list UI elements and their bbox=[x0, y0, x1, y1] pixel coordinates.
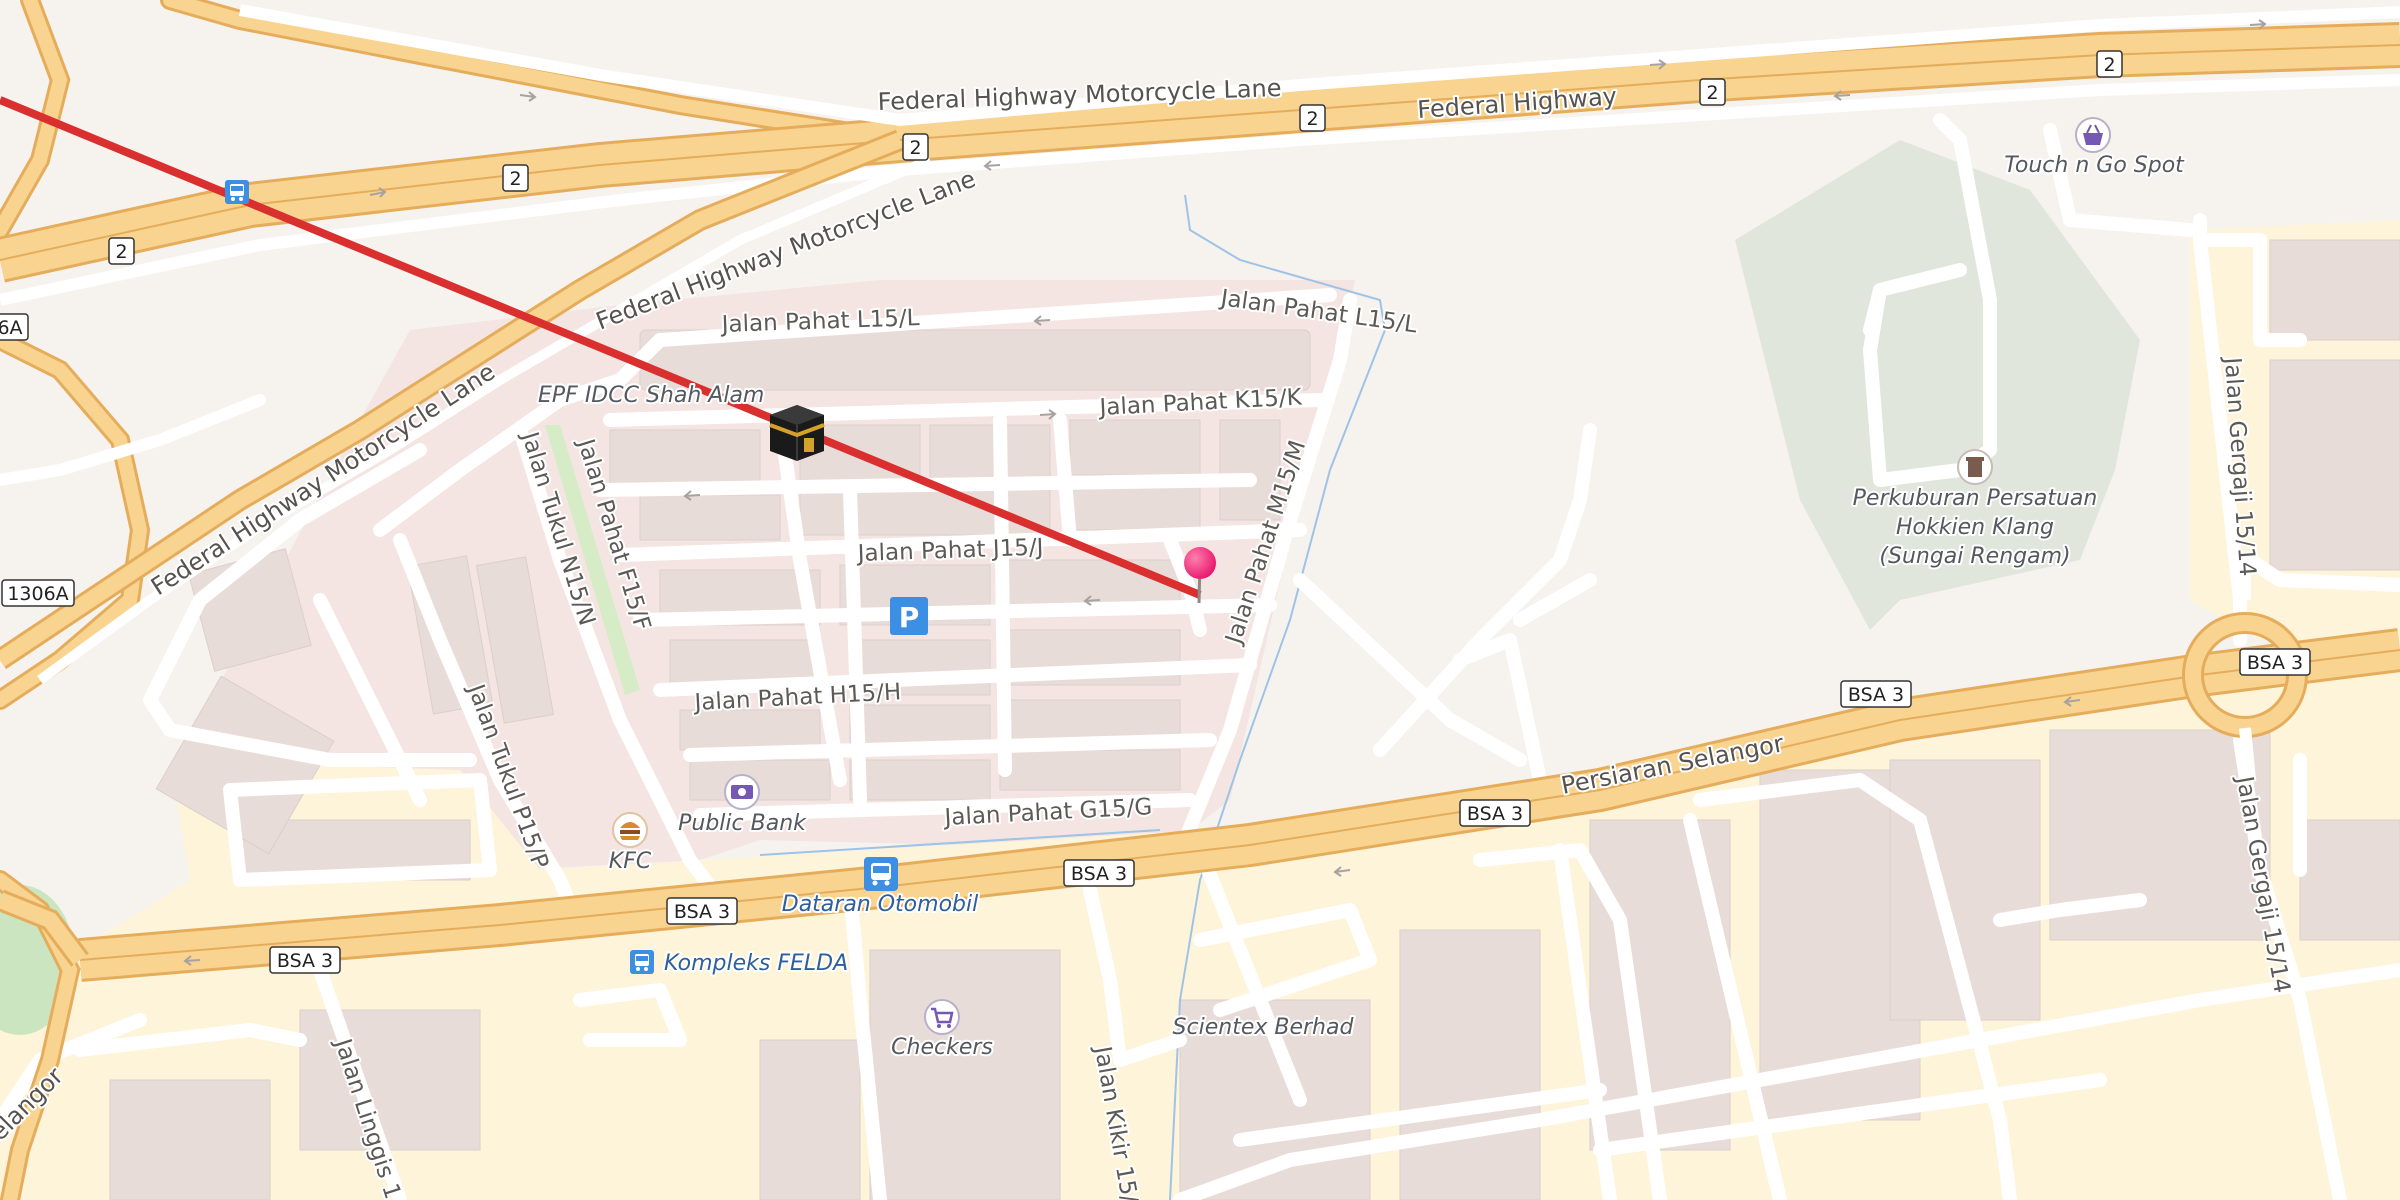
parking-icon[interactable]: P bbox=[890, 597, 928, 635]
label-epf-idcc-shah-alam[interactable]: EPF IDCC Shah Alam bbox=[536, 381, 766, 410]
route-shield-bsa3: BSA 3 bbox=[666, 897, 738, 925]
route-shield-2: 2 bbox=[502, 164, 529, 192]
grave-icon[interactable] bbox=[1957, 449, 1993, 485]
svg-text:BSA 3: BSA 3 bbox=[1467, 803, 1523, 825]
label-cemetery-line2[interactable]: Hokkien Klang bbox=[1894, 513, 2056, 542]
svg-text:BSA 3: BSA 3 bbox=[1071, 863, 1127, 885]
label-touch-n-go-spot[interactable]: Touch n Go Spot bbox=[2002, 151, 2187, 180]
svg-text:P: P bbox=[899, 601, 920, 634]
svg-text:BSA 3: BSA 3 bbox=[2247, 652, 2303, 674]
label-scientex-berhad[interactable]: Scientex Berhad bbox=[1171, 1013, 1357, 1042]
route-shield-2: 2 bbox=[1699, 78, 1726, 106]
label-cemetery-line3[interactable]: (Sungai Rengam) bbox=[1877, 542, 2072, 571]
route-shield-2: 2 bbox=[1299, 104, 1326, 132]
svg-text:2: 2 bbox=[1706, 82, 1718, 104]
svg-text:BSA 3: BSA 3 bbox=[674, 901, 730, 923]
bank-icon[interactable] bbox=[724, 774, 760, 810]
fastfood-icon[interactable] bbox=[612, 812, 648, 848]
bus-stop-icon[interactable] bbox=[864, 857, 898, 891]
label-kompleks-felda[interactable]: Kompleks FELDA bbox=[662, 949, 850, 978]
svg-text:BSA 3: BSA 3 bbox=[277, 950, 333, 972]
label-cemetery-line1[interactable]: Perkuburan Persatuan bbox=[1851, 484, 2100, 513]
route-shield-bsa3: BSA 3 bbox=[1840, 680, 1912, 708]
route-shield-bsa3: BSA 3 bbox=[1063, 859, 1135, 887]
route-shield-6a: 6A bbox=[0, 313, 29, 341]
svg-text:BSA 3: BSA 3 bbox=[1848, 684, 1904, 706]
svg-text:2: 2 bbox=[509, 168, 521, 190]
kaaba-icon[interactable] bbox=[769, 405, 825, 461]
label-checkers[interactable]: Checkers bbox=[889, 1033, 995, 1062]
svg-text:2: 2 bbox=[115, 241, 127, 263]
label-dataran-otomobil[interactable]: Dataran Otomobil bbox=[780, 890, 980, 919]
label-public-bank[interactable]: Public Bank bbox=[676, 809, 809, 838]
label-kfc[interactable]: KFC bbox=[607, 847, 654, 876]
route-shield-bsa3: BSA 3 bbox=[269, 946, 341, 974]
svg-text:2: 2 bbox=[2103, 54, 2115, 76]
route-shield-2: 2 bbox=[2096, 50, 2123, 78]
route-shield-bsa3: BSA 3 bbox=[1459, 799, 1531, 827]
bus-stop-icon[interactable] bbox=[225, 180, 249, 204]
svg-text:2: 2 bbox=[909, 137, 921, 159]
route-shield-bsa3: BSA 3 bbox=[2239, 648, 2311, 676]
shopping-basket-icon[interactable] bbox=[2075, 117, 2111, 153]
svg-text:2: 2 bbox=[1306, 108, 1318, 130]
bus-stop-icon[interactable] bbox=[630, 950, 654, 974]
route-shield-1306a: 1306A bbox=[1, 579, 75, 607]
svg-text:1306A: 1306A bbox=[7, 583, 68, 605]
map-canvas[interactable]: 2 2 2 2 2 2 6A 1306A BSA 3 BSA 3 BSA 3 B… bbox=[0, 0, 2400, 1200]
shopping-cart-icon[interactable] bbox=[924, 999, 960, 1035]
svg-text:6A: 6A bbox=[0, 317, 23, 339]
route-shield-2: 2 bbox=[108, 237, 135, 265]
route-shield-2: 2 bbox=[902, 133, 929, 161]
